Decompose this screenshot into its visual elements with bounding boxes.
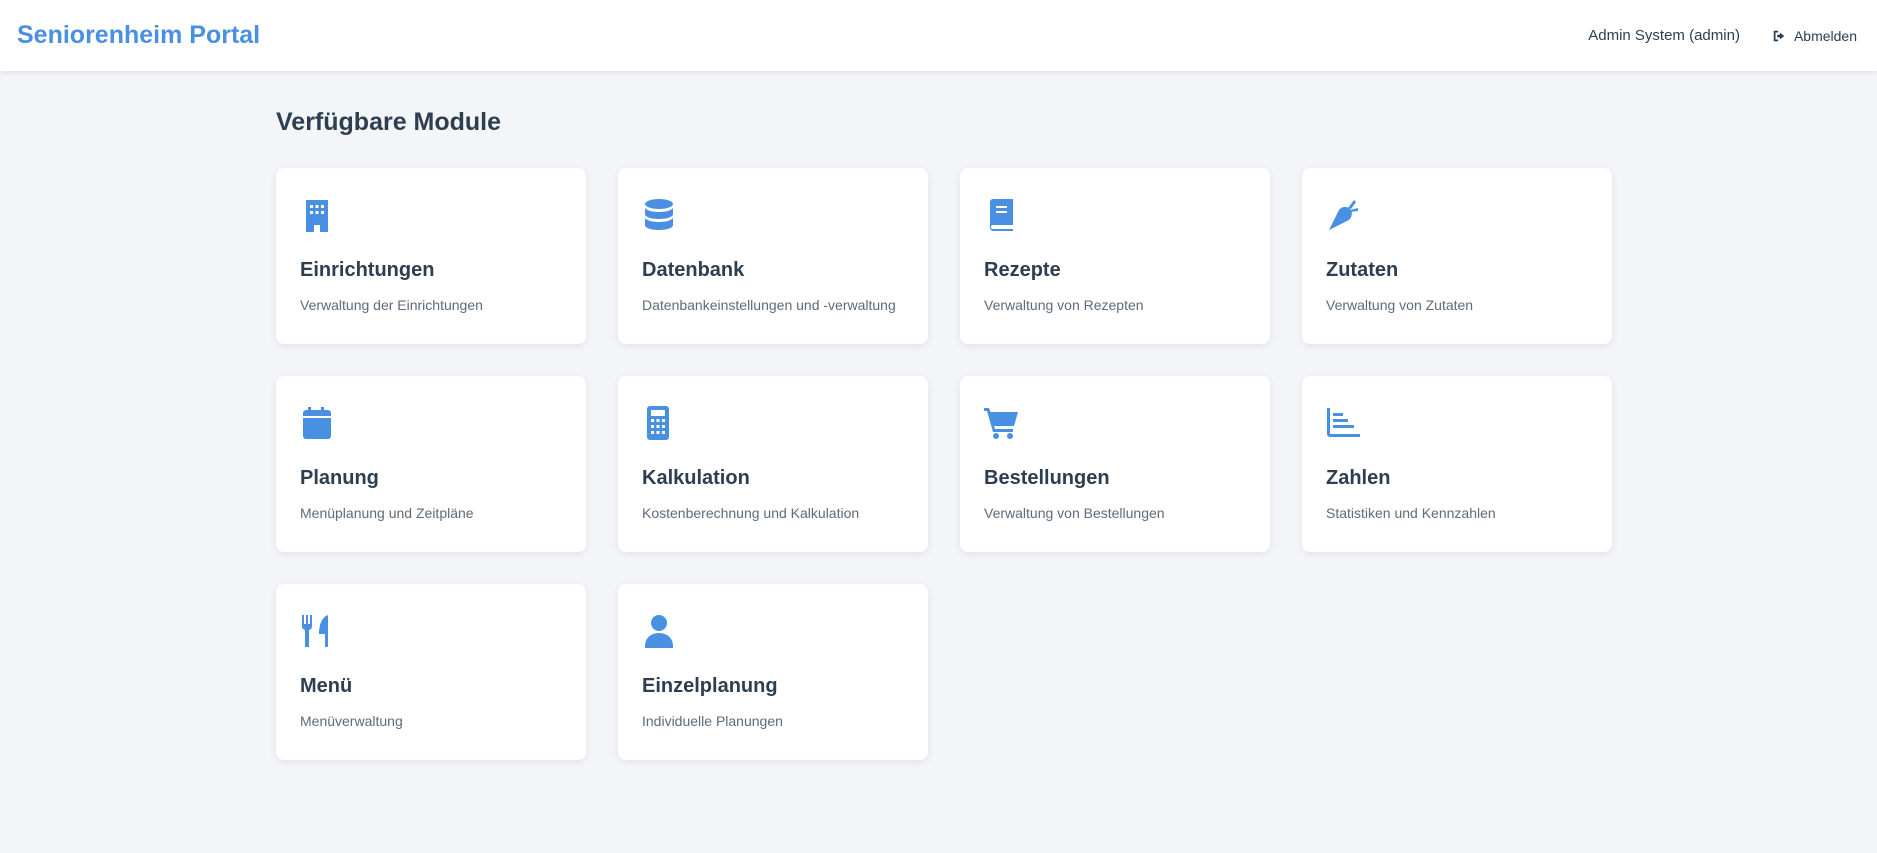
chart-icon: [1326, 406, 1360, 440]
book-icon: [984, 198, 1018, 232]
module-description: Statistiken und Kennzahlen: [1326, 505, 1496, 521]
logout-button[interactable]: Abmelden: [1772, 28, 1857, 44]
main-content: Verfügbare Module Einrichtungen Verwaltu…: [276, 71, 1616, 760]
module-description: Individuelle Planungen: [642, 713, 783, 729]
module-description: Verwaltung von Bestellungen: [984, 505, 1165, 521]
module-title: Einzelplanung: [642, 675, 778, 697]
module-title: Datenbank: [642, 259, 745, 281]
module-description: Menüplanung und Zeitpläne: [300, 505, 474, 521]
nav-right: Admin System (admin) Abmelden: [1588, 27, 1857, 44]
logout-icon: [1773, 30, 1785, 41]
module-description: Verwaltung von Rezepten: [984, 297, 1144, 313]
module-card-einrichtungen[interactable]: Einrichtungen Verwaltung der Einrichtung…: [276, 168, 586, 344]
module-card-bestellungen[interactable]: Bestellungen Verwaltung von Bestellungen: [960, 376, 1270, 552]
user-icon: [642, 614, 676, 648]
module-card-kalkulation[interactable]: Kalkulation Kostenberechnung und Kalkula…: [618, 376, 928, 552]
module-card-zahlen[interactable]: Zahlen Statistiken und Kennzahlen: [1302, 376, 1612, 552]
module-card-menue[interactable]: Menü Menüverwaltung: [276, 584, 586, 760]
page-title: Verfügbare Module: [276, 108, 502, 136]
module-card-einzelplanung[interactable]: Einzelplanung Individuelle Planungen: [618, 584, 928, 760]
module-description: Verwaltung der Einrichtungen: [300, 297, 483, 313]
logout-label: Abmelden: [1793, 27, 1857, 44]
module-title: Einrichtungen: [300, 259, 435, 281]
module-title: Bestellungen: [984, 467, 1110, 489]
building-icon: [300, 198, 334, 232]
module-card-zutaten[interactable]: Zutaten Verwaltung von Zutaten: [1302, 168, 1612, 344]
module-description: Kostenberechnung und Kalkulation: [642, 505, 860, 521]
module-description: Datenbankeinstellungen und -verwaltung: [642, 297, 896, 313]
module-grid: Einrichtungen Verwaltung der Einrichtung…: [276, 168, 1616, 760]
utensils-icon: [300, 614, 334, 648]
module-description: Verwaltung von Zutaten: [1326, 297, 1474, 313]
cart-icon: [984, 406, 1018, 440]
module-title: Rezepte: [984, 259, 1061, 281]
calculator-icon: [642, 406, 676, 440]
carrot-icon: [1326, 198, 1360, 232]
module-title: Zutaten: [1326, 259, 1399, 281]
top-navbar: Seniorenheim Portal Admin System (admin)…: [0, 0, 1877, 71]
module-card-planung[interactable]: Planung Menüplanung und Zeitpläne: [276, 376, 586, 552]
module-title: Kalkulation: [642, 467, 750, 489]
module-card-rezepte[interactable]: Rezepte Verwaltung von Rezepten: [960, 168, 1270, 344]
module-title: Zahlen: [1326, 467, 1391, 489]
brand-title[interactable]: Seniorenheim Portal: [17, 21, 260, 50]
calendar-icon: [300, 406, 334, 440]
module-card-datenbank[interactable]: Datenbank Datenbankeinstellungen und -ve…: [618, 168, 928, 344]
module-title: Planung: [300, 467, 379, 489]
database-icon: [642, 198, 676, 232]
module-description: Menüverwaltung: [300, 713, 403, 729]
module-title: Menü: [300, 675, 353, 697]
user-info: Admin System (admin): [1588, 27, 1740, 44]
